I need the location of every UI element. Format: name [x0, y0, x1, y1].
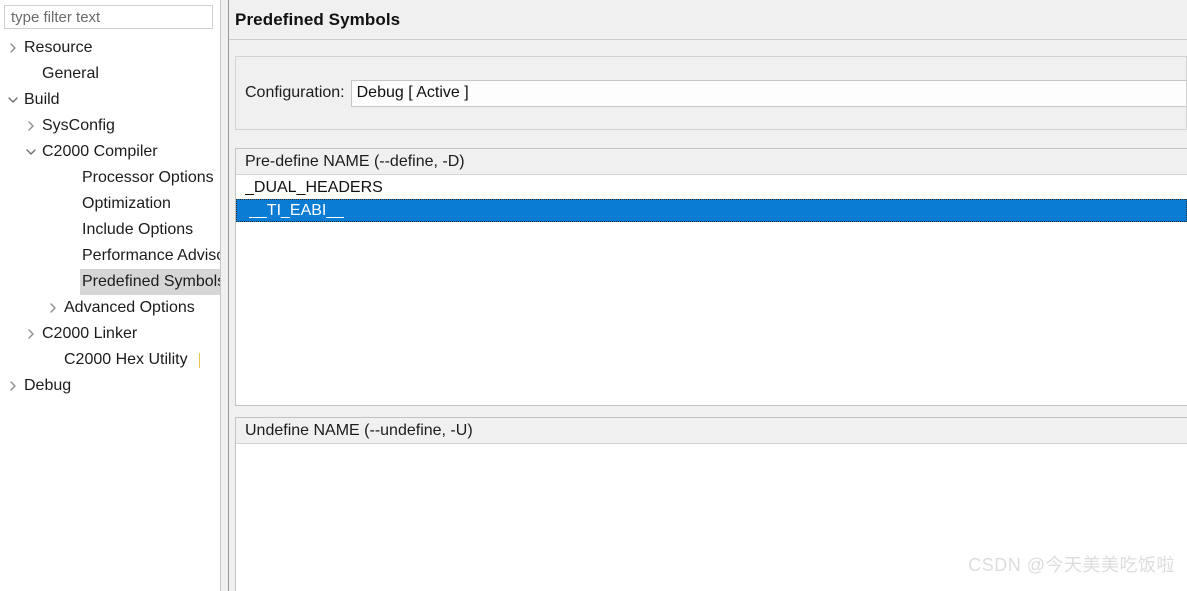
- page-title: Predefined Symbols: [235, 10, 401, 29]
- csdn-watermark: CSDN @今天美美吃饭啦: [968, 555, 1175, 575]
- configuration-combo[interactable]: Debug [ Active ]: [350, 79, 1186, 107]
- configuration-group: Configuration: Debug [ Active ]: [235, 56, 1187, 130]
- settings-tree: Resource General Build SysConfig C2000 Compi…: [0, 35, 220, 399]
- tree-item-label: Optimization: [82, 195, 171, 212]
- tree-item-label: Include Options: [82, 221, 194, 238]
- tree-twisty-placeholder: [62, 243, 80, 269]
- filter-box-wrapper: [0, 0, 220, 29]
- filter-input[interactable]: [4, 5, 213, 29]
- list-item[interactable]: __TI_EABI__: [236, 199, 1187, 222]
- tree-twisty-placeholder: [22, 61, 40, 87]
- chevron-down-icon[interactable]: [22, 139, 40, 165]
- tree-twisty-placeholder: [62, 191, 80, 217]
- predefine-name-list[interactable]: _DUAL_HEADERS __TI_EABI__: [236, 175, 1187, 222]
- tree-item-resource[interactable]: Resource: [0, 35, 220, 61]
- tree-item-performance-advisor[interactable]: Performance Advisor: [0, 243, 220, 269]
- tree-item-label: Resource: [24, 39, 93, 56]
- tree-item-label: General: [42, 65, 99, 82]
- tree-item-label: C2000 Linker: [42, 325, 138, 342]
- title-separator: [229, 39, 1187, 40]
- tree-item-c2000-linker[interactable]: C2000 Linker: [0, 321, 220, 347]
- undefine-name-header: Undefine NAME (--undefine, -U): [236, 418, 1187, 444]
- configuration-value: Debug [ Active ]: [356, 84, 469, 101]
- predefined-symbols-page: Predefined Symbols Configuration: Debug …: [229, 0, 1187, 591]
- chevron-right-icon[interactable]: [44, 295, 62, 321]
- tree-item-predefined-symbols[interactable]: Predefined Symbols: [0, 269, 220, 295]
- tree-twisty-placeholder: [44, 347, 62, 373]
- content-panel: Predefined Symbols Configuration: Debug …: [221, 0, 1187, 591]
- undefine-name-list[interactable]: [236, 444, 1187, 445]
- tree-twisty-placeholder: [62, 165, 80, 191]
- tree-item-label: Build: [24, 91, 60, 108]
- list-item-label: __TI_EABI__: [249, 202, 345, 219]
- tree-item-sysconfig[interactable]: SysConfig: [0, 113, 220, 139]
- tree-item-advanced-options[interactable]: Advanced Options: [0, 295, 220, 321]
- tree-item-label: Performance Advisor: [82, 247, 220, 264]
- tree-item-label: Advanced Options: [64, 299, 195, 316]
- tree-twisty-placeholder: [62, 269, 80, 295]
- list-item[interactable]: _DUAL_HEADERS: [236, 176, 1187, 199]
- tree-item-include-options[interactable]: Include Options: [0, 217, 220, 243]
- settings-tree-panel: Resource General Build SysConfig C2000 Compi…: [0, 0, 221, 591]
- configuration-label: Configuration:: [245, 84, 345, 101]
- tree-item-debug[interactable]: Debug: [0, 373, 220, 399]
- tree-item-processor-options[interactable]: Processor Options: [0, 165, 220, 191]
- predefine-name-listbox: Pre-define NAME (--define, -D) _DUAL_HEA…: [235, 148, 1187, 406]
- chevron-right-icon[interactable]: [4, 373, 22, 399]
- chevron-down-icon[interactable]: [4, 87, 22, 113]
- tree-item-general[interactable]: General: [0, 61, 220, 87]
- panel-divider[interactable]: [221, 0, 229, 591]
- tree-item-c2000-compiler[interactable]: C2000 Compiler: [0, 139, 220, 165]
- tree-item-label: C2000 Compiler: [42, 143, 158, 160]
- tree-item-label: SysConfig: [42, 117, 115, 134]
- tree-item-label: Debug: [24, 377, 72, 394]
- list-item-label: _DUAL_HEADERS: [245, 179, 383, 196]
- tree-item-c2000-hex-utility[interactable]: C2000 Hex Utility: [0, 347, 220, 373]
- tree-item-label: C2000 Hex Utility: [64, 351, 188, 368]
- predefine-name-header: Pre-define NAME (--define, -D): [236, 149, 1187, 175]
- tree-item-build[interactable]: Build: [0, 87, 220, 113]
- tree-item-label: Processor Options: [82, 169, 214, 186]
- chevron-right-icon[interactable]: [22, 113, 40, 139]
- preferences-dialog: Resource General Build SysConfig C2000 Compi…: [0, 0, 1187, 591]
- chevron-right-icon[interactable]: [4, 35, 22, 61]
- text-caret-artifact: [198, 352, 200, 368]
- tree-item-label: Predefined Symbols: [80, 269, 220, 295]
- tree-twisty-placeholder: [62, 217, 80, 243]
- tree-item-optimization[interactable]: Optimization: [0, 191, 220, 217]
- chevron-right-icon[interactable]: [22, 321, 40, 347]
